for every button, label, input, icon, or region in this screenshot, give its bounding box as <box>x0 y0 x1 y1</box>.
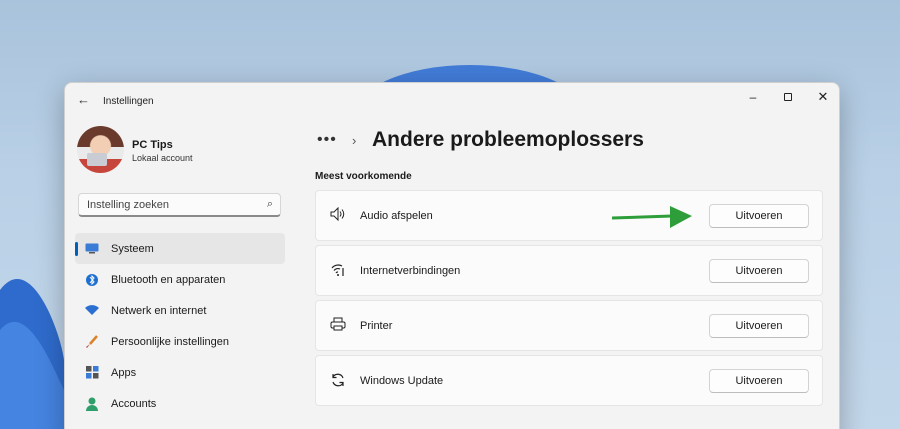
sidebar-item-label: Accounts <box>111 397 157 410</box>
sidebar-item-label: Persoonlijke instellingen <box>111 335 230 348</box>
apps-icon <box>85 366 99 380</box>
back-arrow-icon[interactable]: ← <box>77 93 93 107</box>
page-title: Andere probleemoplossers <box>372 128 644 151</box>
troubleshooter-windows-update: Windows Update Uitvoeren <box>315 355 823 406</box>
search-placeholder: Instelling zoeken <box>87 199 169 211</box>
refresh-icon <box>330 372 346 388</box>
window-title: Instellingen <box>103 96 154 107</box>
run-printer-button[interactable]: Uitvoeren <box>709 314 809 338</box>
breadcrumb-more-button[interactable]: ••• <box>317 131 337 149</box>
sidebar-item-apps[interactable]: Apps <box>75 357 285 388</box>
run-internet-button[interactable]: Uitvoeren <box>709 259 809 283</box>
printer-icon <box>330 317 346 333</box>
sidebar-item-netwerk[interactable]: Netwerk en internet <box>75 295 285 326</box>
troubleshooter-label: Internetverbindingen <box>360 265 461 277</box>
maximize-button[interactable] <box>776 89 800 105</box>
troubleshooter-audio: Audio afspelen Uitvoeren <box>315 190 823 241</box>
chevron-right-icon: › <box>352 133 357 148</box>
search-input[interactable]: Instelling zoeken ⌕ <box>78 193 281 217</box>
avatar[interactable] <box>77 126 124 173</box>
sidebar-item-label: Apps <box>111 366 137 379</box>
sidebar-item-persoonlijk[interactable]: Persoonlijke instellingen <box>75 326 285 357</box>
person-icon <box>85 397 99 411</box>
troubleshooter-label: Audio afspelen <box>360 210 433 222</box>
troubleshooter-internet: Internetverbindingen Uitvoeren <box>315 245 823 296</box>
wifi-icon <box>85 304 99 318</box>
paintbrush-icon <box>85 334 99 349</box>
search-icon[interactable]: ⌕ <box>267 198 273 211</box>
minimize-button[interactable]: – <box>741 89 765 105</box>
annotation-arrow-icon <box>612 206 692 228</box>
sidebar-item-label: Bluetooth en apparaten <box>111 273 226 286</box>
sidebar-nav: Systeem Bluetooth en apparaten Netwerk e… <box>75 233 285 419</box>
sidebar-item-label: Netwerk en internet <box>111 304 207 317</box>
sidebar-item-label: Systeem <box>111 242 154 255</box>
wifi-icon <box>330 262 346 278</box>
sidebar-item-bluetooth[interactable]: Bluetooth en apparaten <box>75 264 285 295</box>
close-button[interactable]: ✕ <box>811 89 835 105</box>
troubleshooter-printer: Printer Uitvoeren <box>315 300 823 351</box>
sidebar-item-accounts[interactable]: Accounts <box>75 388 285 419</box>
settings-window: ← Instellingen – ✕ PC Tips Lokaal accoun… <box>64 82 840 429</box>
bluetooth-icon <box>85 273 99 287</box>
title-bar: ← Instellingen – ✕ <box>65 83 839 111</box>
system-monitor-icon <box>85 242 99 256</box>
profile-name: PC Tips <box>132 139 173 151</box>
profile-account-type: Lokaal account <box>132 153 193 163</box>
section-heading: Meest voorkomende <box>315 171 412 182</box>
laptop-icon <box>87 153 107 166</box>
maximize-icon <box>784 93 792 101</box>
troubleshooter-label: Printer <box>360 320 393 332</box>
speaker-icon <box>330 206 346 223</box>
run-windows-update-button[interactable]: Uitvoeren <box>709 369 809 393</box>
sidebar-item-systeem[interactable]: Systeem <box>75 233 285 264</box>
run-audio-button[interactable]: Uitvoeren <box>709 204 809 228</box>
troubleshooter-list: Audio afspelen Uitvoeren Internetverbind… <box>315 190 823 410</box>
troubleshooter-label: Windows Update <box>360 375 444 387</box>
